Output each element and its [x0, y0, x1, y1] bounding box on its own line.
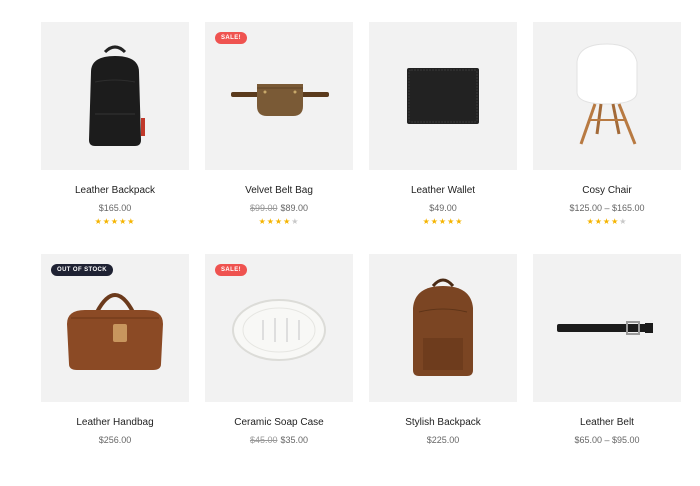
product-image[interactable]: SALE! [205, 254, 353, 402]
product-image[interactable]: SALE! [205, 22, 353, 170]
product-card[interactable]: Leather Belt $65.00 – $95.00 [533, 254, 681, 486]
product-price: $45.00 $35.00 [205, 435, 353, 445]
product-image[interactable] [533, 22, 681, 170]
product-card[interactable]: SALE! Velvet Belt Bag $99.00 $89.00 ★★★★★ [205, 22, 353, 254]
product-image[interactable]: OUT OF STOCK [41, 254, 189, 402]
product-title[interactable]: Velvet Belt Bag [205, 185, 353, 196]
belt-icon [557, 321, 653, 335]
product-price: $65.00 – $95.00 [533, 435, 681, 445]
star-icon: ★ [266, 217, 275, 226]
star-icon: ★ [258, 217, 267, 226]
product-price-old: $99.00 [249, 203, 278, 213]
star-icon: ★ [438, 217, 448, 226]
rating-stars: ★★★★★ [369, 218, 517, 226]
product-price: $225.00 [369, 435, 517, 445]
star-icon: ★ [127, 217, 136, 226]
backpack-brown-icon [413, 278, 473, 376]
product-price-current: $35.00 [280, 435, 309, 445]
product-price: $165.00 [41, 203, 189, 213]
rating-stars: ★★★★★ [533, 218, 681, 226]
star-icon: ★ [455, 217, 464, 226]
soap-case-icon [232, 299, 326, 361]
star-icon: ★ [422, 217, 431, 226]
chair-icon [576, 43, 638, 145]
product-title[interactable]: Stylish Backpack [369, 417, 517, 428]
product-card[interactable]: Leather Backpack $165.00 ★★★★★ [41, 22, 189, 254]
product-image[interactable] [533, 254, 681, 402]
star-icon: ★ [102, 217, 111, 226]
star-icon: ★ [602, 217, 612, 226]
product-card[interactable]: Stylish Backpack $225.00 [369, 254, 517, 486]
product-price-current: $225.00 [426, 435, 460, 445]
out-of-stock-badge: OUT OF STOCK [51, 264, 114, 276]
star-icon: ★ [586, 217, 595, 226]
product-title[interactable]: Leather Belt [533, 417, 681, 428]
product-price-current: $125.00 – $165.00 [569, 203, 645, 213]
belt-bag-icon [231, 84, 329, 116]
product-price-current: $49.00 [429, 203, 457, 213]
backpack-black-icon [89, 45, 145, 146]
star-icon: ★ [619, 217, 628, 226]
product-price-current: $256.00 [98, 435, 132, 445]
product-grid: Leather Backpack $165.00 ★★★★★ SALE! Vel… [41, 22, 685, 486]
product-title[interactable]: Leather Wallet [369, 185, 517, 196]
sale-badge: SALE! [215, 32, 247, 44]
product-image[interactable] [369, 22, 517, 170]
star-icon: ★ [430, 217, 439, 226]
wallet-icon [407, 68, 479, 124]
star-icon: ★ [274, 217, 284, 226]
product-price: $99.00 $89.00 [205, 203, 353, 213]
star-icon: ★ [594, 217, 603, 226]
star-icon: ★ [94, 217, 103, 226]
product-price-current: $165.00 [98, 203, 132, 213]
product-card[interactable]: Cosy Chair $125.00 – $165.00 ★★★★★ [533, 22, 681, 254]
product-price-current: $89.00 [280, 203, 309, 213]
star-icon: ★ [110, 217, 120, 226]
rating-stars: ★★★★★ [41, 218, 189, 226]
product-title[interactable]: Leather Backpack [41, 185, 189, 196]
product-image[interactable] [369, 254, 517, 402]
sale-badge: SALE! [215, 264, 247, 276]
handbag-icon [67, 293, 163, 370]
product-price-old: $45.00 [249, 435, 278, 445]
product-price: $125.00 – $165.00 [533, 203, 681, 213]
product-image[interactable] [41, 22, 189, 170]
product-card[interactable]: OUT OF STOCK Leather Handbag $256.00 [41, 254, 189, 486]
product-title[interactable]: Leather Handbag [41, 417, 189, 428]
product-title[interactable]: Ceramic Soap Case [205, 417, 353, 428]
star-icon: ★ [291, 217, 300, 226]
product-title[interactable]: Cosy Chair [533, 185, 681, 196]
product-price: $256.00 [41, 435, 189, 445]
product-price-current: $65.00 – $95.00 [574, 435, 640, 445]
rating-stars: ★★★★★ [205, 218, 353, 226]
product-card[interactable]: Leather Wallet $49.00 ★★★★★ [369, 22, 517, 254]
product-card[interactable]: SALE! Ceramic Soap Case $45.00 $35.00 [205, 254, 353, 486]
product-price: $49.00 [369, 203, 517, 213]
